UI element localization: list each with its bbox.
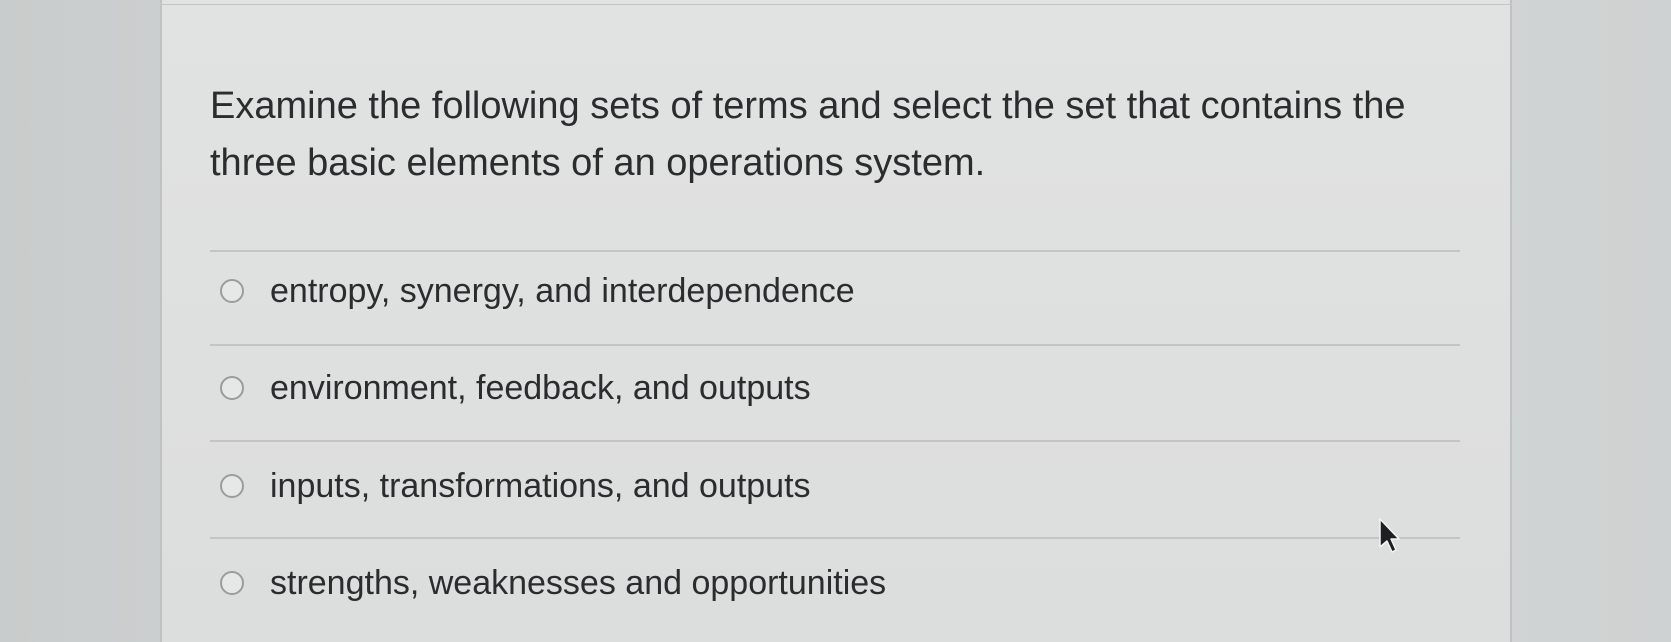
- radio-button-icon[interactable]: [220, 571, 244, 595]
- divider: [210, 344, 1460, 346]
- option-label: strengths, weaknesses and opportunities: [270, 563, 887, 602]
- answer-option-3[interactable]: inputs, transformations, and outputs: [220, 456, 1450, 516]
- radio-button-icon[interactable]: [220, 376, 244, 400]
- option-label: entropy, synergy, and interdependence: [270, 271, 855, 310]
- option-label: environment, feedback, and outputs: [270, 368, 811, 407]
- question-text: Examine the following sets of terms and …: [210, 85, 1406, 184]
- divider: [210, 250, 1460, 252]
- answer-option-4[interactable]: strengths, weaknesses and opportunities: [220, 553, 1450, 613]
- mouse-pointer-icon: [1379, 518, 1400, 553]
- radio-button-icon[interactable]: [220, 474, 244, 498]
- answer-option-2[interactable]: environment, feedback, and outputs: [220, 358, 1450, 418]
- radio-button-icon[interactable]: [220, 279, 244, 303]
- divider: [210, 440, 1460, 442]
- panel-top-rule: [160, 4, 1512, 5]
- divider: [210, 537, 1460, 539]
- answer-option-1[interactable]: entropy, synergy, and interdependence: [220, 261, 1450, 321]
- option-label: inputs, transformations, and outputs: [270, 466, 811, 505]
